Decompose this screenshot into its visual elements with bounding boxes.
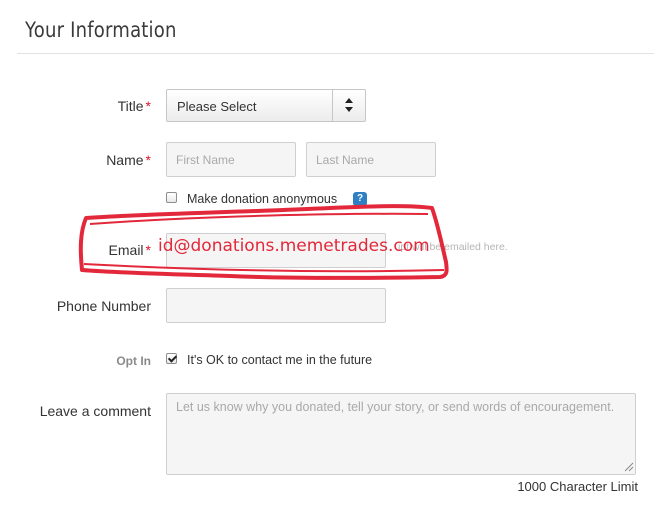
- title-select-value: Please Select: [177, 99, 257, 114]
- overlay-email-text: id@donations.memetrades.com: [158, 236, 430, 256]
- title-select[interactable]: Please Select: [166, 89, 366, 122]
- opt-in-label: Opt In: [116, 354, 151, 368]
- section-title: Your Information: [25, 18, 177, 42]
- email-label-text: Email: [108, 242, 144, 258]
- title-label-text: Title: [117, 98, 144, 114]
- opt-in-checkbox-label: It's OK to contact me in the future: [187, 353, 373, 367]
- first-name-input[interactable]: [166, 142, 296, 177]
- arrow-up-icon: [345, 98, 353, 103]
- anonymous-checkbox[interactable]: [166, 192, 177, 203]
- name-label: Name *: [106, 152, 151, 168]
- opt-in-checkbox[interactable]: [166, 353, 177, 364]
- title-label: Title *: [118, 98, 151, 114]
- phone-input[interactable]: [166, 288, 386, 323]
- required-marker: *: [145, 98, 151, 114]
- phone-label: Phone Number: [56, 298, 151, 314]
- required-marker: *: [145, 152, 151, 168]
- resize-grip-icon[interactable]: [624, 462, 634, 472]
- select-arrows-icon: [332, 90, 365, 121]
- comment-label: Leave a comment: [39, 403, 151, 419]
- question-icon[interactable]: ?: [353, 192, 367, 206]
- last-name-input[interactable]: [306, 142, 436, 177]
- character-limit: 1000 Character Limit: [517, 479, 638, 494]
- anonymous-checkbox-label: Make donation anonymous: [187, 192, 338, 206]
- section-divider: [17, 53, 654, 54]
- name-label-text: Name: [106, 152, 144, 168]
- required-marker: *: [145, 242, 151, 258]
- arrow-down-icon: [345, 107, 353, 112]
- comment-textarea[interactable]: [166, 393, 636, 475]
- email-label: Email *: [109, 242, 151, 258]
